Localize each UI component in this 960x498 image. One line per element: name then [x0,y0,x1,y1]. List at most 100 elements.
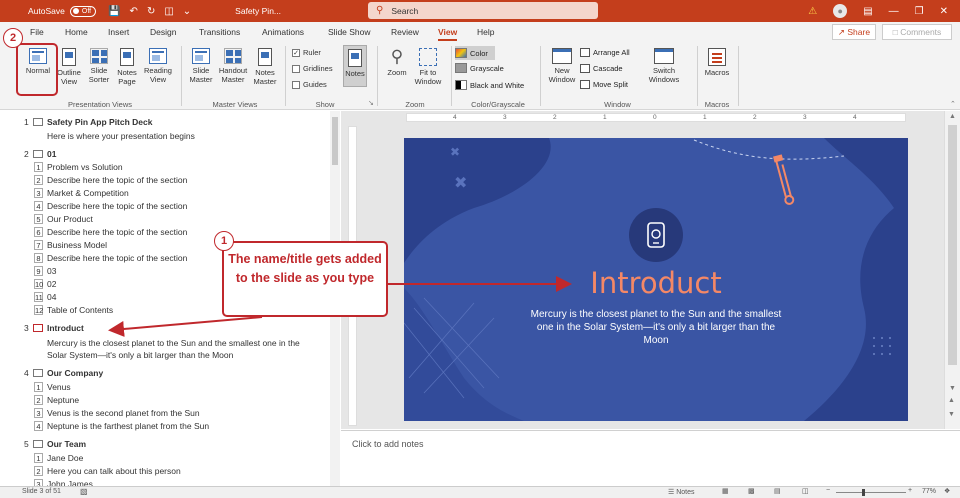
outline-bullet-text[interactable]: Business Model [47,240,107,250]
zoom-out-icon[interactable]: − [826,487,830,494]
tab-review[interactable]: Review [391,27,419,37]
slide-sorter-status-icon[interactable]: ▩ [748,487,755,495]
cascade-button[interactable]: Cascade [580,64,623,73]
outline-slide-body-line[interactable]: Mercury is the closest planet to the Sun… [47,338,300,348]
slideshow-status-icon[interactable]: ◫ [802,487,809,495]
previous-slide-icon[interactable]: ▲ [948,397,955,404]
document-title[interactable]: Safety Pin... [235,6,281,16]
guides-checkbox[interactable]: Guides [292,80,327,89]
autosave-toggle[interactable]: Off [69,5,97,17]
tab-transitions[interactable]: Transitions [199,27,240,37]
outline-bullet-text[interactable]: Market & Competition [47,188,129,198]
slide-canvas[interactable]: ✖ ✖ Introduct Mercury is the closest pla… [404,138,908,421]
outline-current-title[interactable]: Introduct [47,323,84,333]
slide-title[interactable]: Introduct [404,266,908,300]
tab-help[interactable]: Help [477,27,494,37]
outline-slide-body-line[interactable]: Solar System—it's only a bit larger than… [47,350,233,360]
scroll-up-icon[interactable]: ▲ [945,113,960,120]
outline-slide-title[interactable]: Our Team [47,439,86,449]
outline-bullet-text[interactable]: Jane Doe [47,453,83,463]
horizontal-ruler[interactable]: 4 3 2 1 0 1 2 3 4 [406,113,906,122]
outline-view-button[interactable]: Outline View [54,48,84,86]
save-icon[interactable]: 💾 [108,6,120,17]
move-split-button[interactable]: Move Split [580,80,628,89]
show-dialog-launcher-icon[interactable]: ↘ [368,99,374,107]
collapse-ribbon-icon[interactable]: ⌃ [950,100,956,108]
close-icon[interactable]: ✕ [940,6,948,17]
spelling-icon[interactable]: ▧ [80,487,88,496]
customize-qat-icon[interactable]: ⌄ [183,6,191,17]
outline-slide-subtitle[interactable]: Here is where your presentation begins [47,131,195,141]
notes-status-button[interactable]: ☰ Notes [668,488,695,496]
ruler-checkbox[interactable]: ✓ Ruler [292,48,321,57]
reading-view-button[interactable]: Reading View [141,48,175,84]
reading-view-status-icon[interactable]: ▤ [774,487,781,495]
outline-bullet-text[interactable]: Our Product [47,214,93,224]
outline-bullet-text[interactable]: Describe here the topic of the section [47,201,187,211]
redo-icon[interactable]: ↻ [147,6,155,17]
tab-animations[interactable]: Animations [262,27,304,37]
outline-bullet-text[interactable]: Table of Contents [47,305,113,315]
tab-insert[interactable]: Insert [108,27,129,37]
outline-slide-title[interactable]: 01 [47,149,56,159]
slide-scroll-thumb[interactable] [948,125,957,365]
outline-scroll-thumb[interactable] [332,117,338,165]
zoom-button[interactable]: ⚲ Zoom [383,48,411,78]
grayscale-button[interactable]: Grayscale [455,63,504,73]
tab-view[interactable]: View [438,27,458,41]
outline-bullet-text[interactable]: 04 [47,292,56,302]
avatar[interactable]: ● [833,4,848,18]
notes-page-button[interactable]: Notes Page [113,48,141,86]
tab-file[interactable]: File [30,27,44,37]
zoom-slider[interactable] [836,492,906,493]
slide-scrollbar[interactable]: ▲ ▼ ▲ ▼ [944,111,960,429]
restore-icon[interactable]: ❐ [915,6,924,17]
outline-bullet-text[interactable]: Describe here the topic of the section [47,175,187,185]
tab-slide-show[interactable]: Slide Show [328,27,371,37]
outline-bullet-text[interactable]: John James [47,479,93,486]
notes-pane[interactable] [341,430,960,486]
slide-icon[interactable] [33,150,43,158]
outline-bullet-text[interactable]: 02 [47,279,56,289]
zoom-level[interactable]: 77% [922,488,936,495]
zoom-slider-thumb[interactable] [862,489,865,496]
slide-icon[interactable] [33,369,43,377]
tab-home[interactable]: Home [65,27,88,37]
notes-toggle-button[interactable]: Notes [343,45,367,87]
macros-button[interactable]: Macros [702,48,732,77]
fit-slide-icon[interactable]: ❖ [944,487,950,495]
scroll-down-icon[interactable]: ▼ [949,385,956,392]
slide-icon-current[interactable] [33,324,43,332]
new-window-button[interactable]: New Window [546,48,578,84]
switch-windows-button[interactable]: Switch Windows [644,48,684,84]
outline-bullet-text[interactable]: Venus is the second planet from the Sun [47,408,200,418]
present-icon[interactable]: ◫ [164,6,173,17]
outline-bullet-text[interactable]: Problem vs Solution [47,162,123,172]
outline-slide-title[interactable]: Our Company [47,368,103,378]
comments-button[interactable]: □ Comments [882,24,952,40]
slide-icon[interactable] [33,440,43,448]
gridlines-checkbox[interactable]: Gridlines [292,64,333,73]
next-slide-icon[interactable]: ▼ [948,411,955,418]
slide-master-button[interactable]: Slide Master [186,48,216,84]
normal-view-status-icon[interactable]: ▦ [722,487,729,495]
outline-bullet-text[interactable]: Describe here the topic of the section [47,253,187,263]
undo-icon[interactable]: ↶ [130,6,138,17]
outline-bullet-text[interactable]: Describe here the topic of the section [47,227,187,237]
handout-master-button[interactable]: Handout Master [216,48,250,84]
outline-bullet-text[interactable]: Neptune [47,395,79,405]
outline-bullet-text[interactable]: 03 [47,266,56,276]
notes-placeholder[interactable]: Click to add notes [352,439,424,449]
slide-icon[interactable] [33,118,43,126]
ribbon-display-icon[interactable]: ▤ [863,6,872,17]
notes-master-button[interactable]: Notes Master [250,48,280,86]
share-button[interactable]: ↗ Share [832,24,876,40]
outline-bullet-text[interactable]: Venus [47,382,71,392]
arrange-all-button[interactable]: Arrange All [580,48,630,57]
color-button[interactable]: Color [455,46,495,60]
outline-bullet-text[interactable]: Here you can talk about this person [47,466,181,476]
outline-bullet-text[interactable]: Neptune is the farthest planet from the … [47,421,209,431]
black-white-button[interactable]: Black and White [455,80,524,90]
zoom-in-icon[interactable]: + [908,487,912,494]
outline-slide-title[interactable]: Safety Pin App Pitch Deck [47,117,153,127]
